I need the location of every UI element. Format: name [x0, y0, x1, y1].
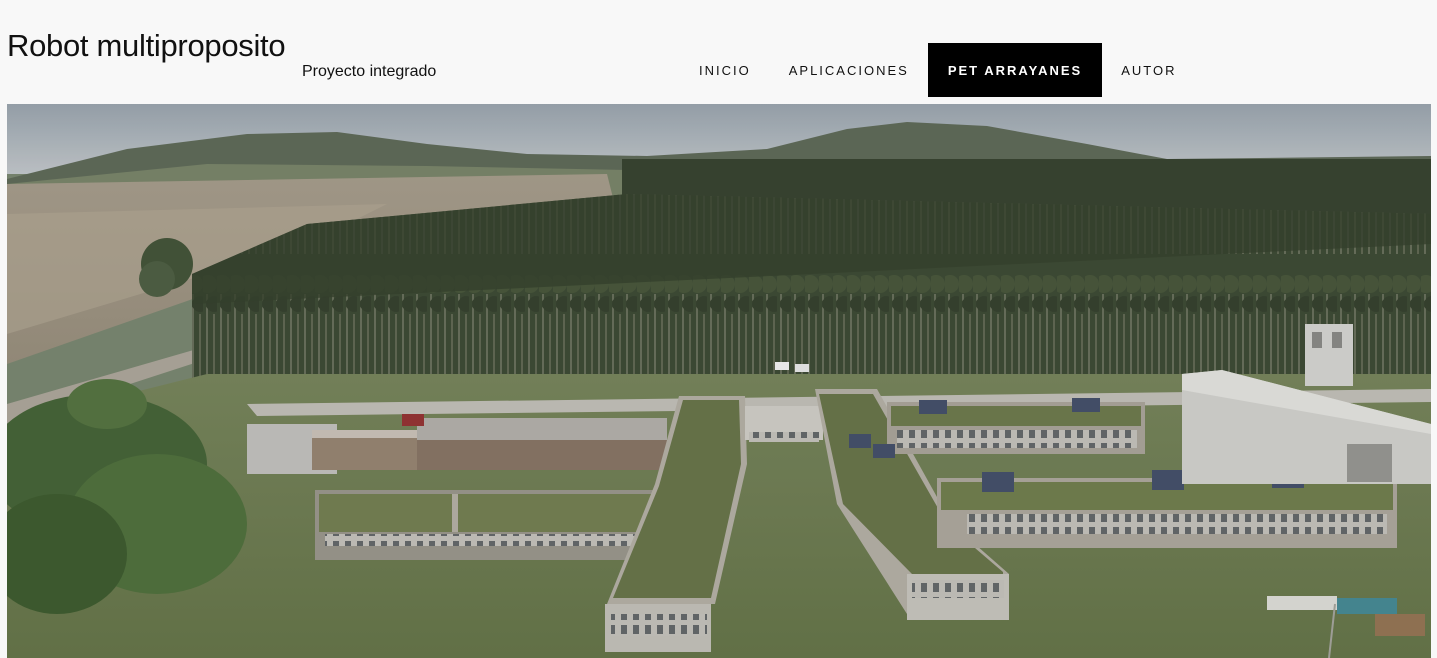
site-tagline: Proyecto integrado	[302, 63, 437, 80]
nav-item-inicio[interactable]: INICIO	[680, 43, 770, 97]
nav-item-autor[interactable]: AUTOR	[1102, 43, 1195, 97]
main-nav: INICIO APLICACIONES PET ARRAYANES AUTOR	[680, 43, 1195, 97]
site-title[interactable]: Robot multiproposito	[7, 28, 286, 64]
nav-item-pet-arrayanes[interactable]: PET ARRAYANES	[927, 43, 1103, 97]
hero-aerial-photo	[7, 104, 1431, 658]
site-header: Robot multiproposito Proyecto integrado …	[0, 0, 1437, 104]
nav-item-aplicaciones[interactable]: APLICACIONES	[770, 43, 928, 97]
